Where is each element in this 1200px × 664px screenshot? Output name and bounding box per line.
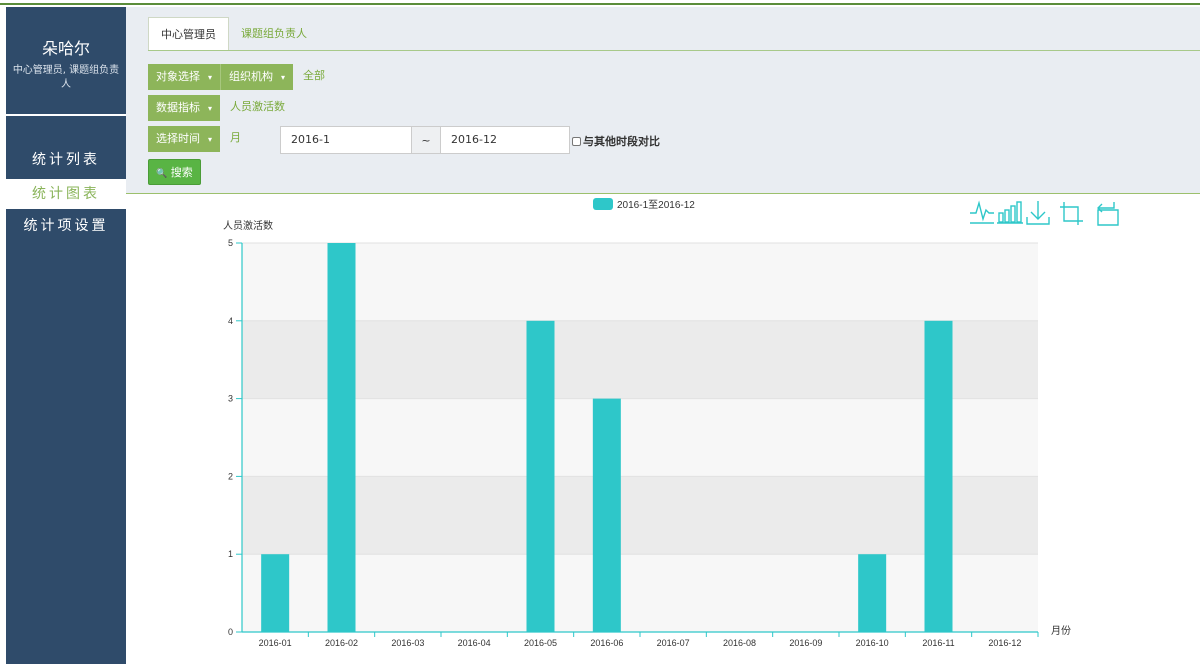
download-icon[interactable] xyxy=(1026,201,1050,225)
sidebar-item-stat-chart[interactable]: 统计图表 xyxy=(6,179,126,209)
chart-toolbox xyxy=(970,200,1119,226)
x-tick-label: 2016-02 xyxy=(325,638,358,648)
bar-2016-11[interactable] xyxy=(924,320,953,632)
y-tick-label: 5 xyxy=(228,238,233,248)
x-tick-label: 2016-05 xyxy=(524,638,557,648)
x-tick-label: 2016-06 xyxy=(590,638,623,648)
sidebar-item-stat-list[interactable]: 统计列表 xyxy=(6,145,126,175)
line-chart-icon[interactable] xyxy=(970,200,994,224)
main-content: 中心管理员 课题组负责人 对象选择 ▾ 组织机构 ▾ 全部 数据指标 ▾ 人员激活数 … xyxy=(126,7,1200,664)
x-tick-label: 2016-04 xyxy=(458,638,491,648)
legend-label: 2016-1至2016-12 xyxy=(617,199,695,211)
bar-2016-10[interactable] xyxy=(858,554,887,632)
x-tick-label: 2016-08 xyxy=(723,638,756,648)
top-border xyxy=(0,0,1200,5)
sidebar-item-stat-settings[interactable]: 统计项设置 xyxy=(6,211,126,241)
bar-2016-01[interactable] xyxy=(261,554,290,632)
sidebar: 朵哈尔 中心管理员, 课题组负责人 统计列表 统计图表 统计项设置 xyxy=(6,7,126,664)
x-tick-label: 2016-09 xyxy=(789,638,822,648)
x-tick-label: 2016-12 xyxy=(988,638,1021,648)
bar-2016-05[interactable] xyxy=(526,320,555,632)
x-tick-label: 2016-11 xyxy=(922,638,954,648)
y-tick-label: 2 xyxy=(228,471,233,481)
chart-band xyxy=(242,554,1038,632)
y-tick-label: 0 xyxy=(228,627,233,637)
x-tick-label: 2016-01 xyxy=(259,638,292,648)
legend-swatch xyxy=(593,198,613,210)
bar-2016-06[interactable] xyxy=(592,398,621,632)
x-axis-label: 月份 xyxy=(1051,625,1071,637)
zoom-reset-icon[interactable] xyxy=(1097,202,1119,226)
x-tick-label: 2016-03 xyxy=(391,638,424,648)
chart-band xyxy=(242,398,1038,477)
y-axis-label: 人员激活数 xyxy=(223,219,273,232)
bar-chart-icon[interactable] xyxy=(997,201,1023,224)
user-name: 朵哈尔 xyxy=(41,39,90,58)
chart-band xyxy=(242,320,1038,399)
sidebar-divider xyxy=(6,114,126,116)
x-tick-labels: 2016-01 2016-02 2016-03 2016-04 2016-05 2016-… xyxy=(259,638,1022,648)
chart-bands xyxy=(242,243,1038,632)
y-tick-label: 4 xyxy=(228,316,233,326)
x-tick-label: 2016-07 xyxy=(657,638,690,648)
zoom-icon[interactable] xyxy=(1060,202,1083,225)
bar-chart: 2016-01 2016-02 2016-03 2016-04 2016-05 2016-… xyxy=(223,198,1119,648)
chart-band xyxy=(242,243,1038,321)
y-tick-label: 3 xyxy=(228,394,233,404)
bar-2016-02[interactable] xyxy=(327,243,356,632)
x-tick-label: 2016-10 xyxy=(856,638,889,648)
chart-legend[interactable]: 2016-1至2016-12 xyxy=(593,198,695,211)
y-tick-labels: 0 1 2 3 4 5 xyxy=(228,238,233,637)
chart-band xyxy=(242,476,1038,555)
y-tick-label: 1 xyxy=(228,549,233,559)
user-roles: 中心管理员, 课题组负责人 xyxy=(12,65,120,90)
